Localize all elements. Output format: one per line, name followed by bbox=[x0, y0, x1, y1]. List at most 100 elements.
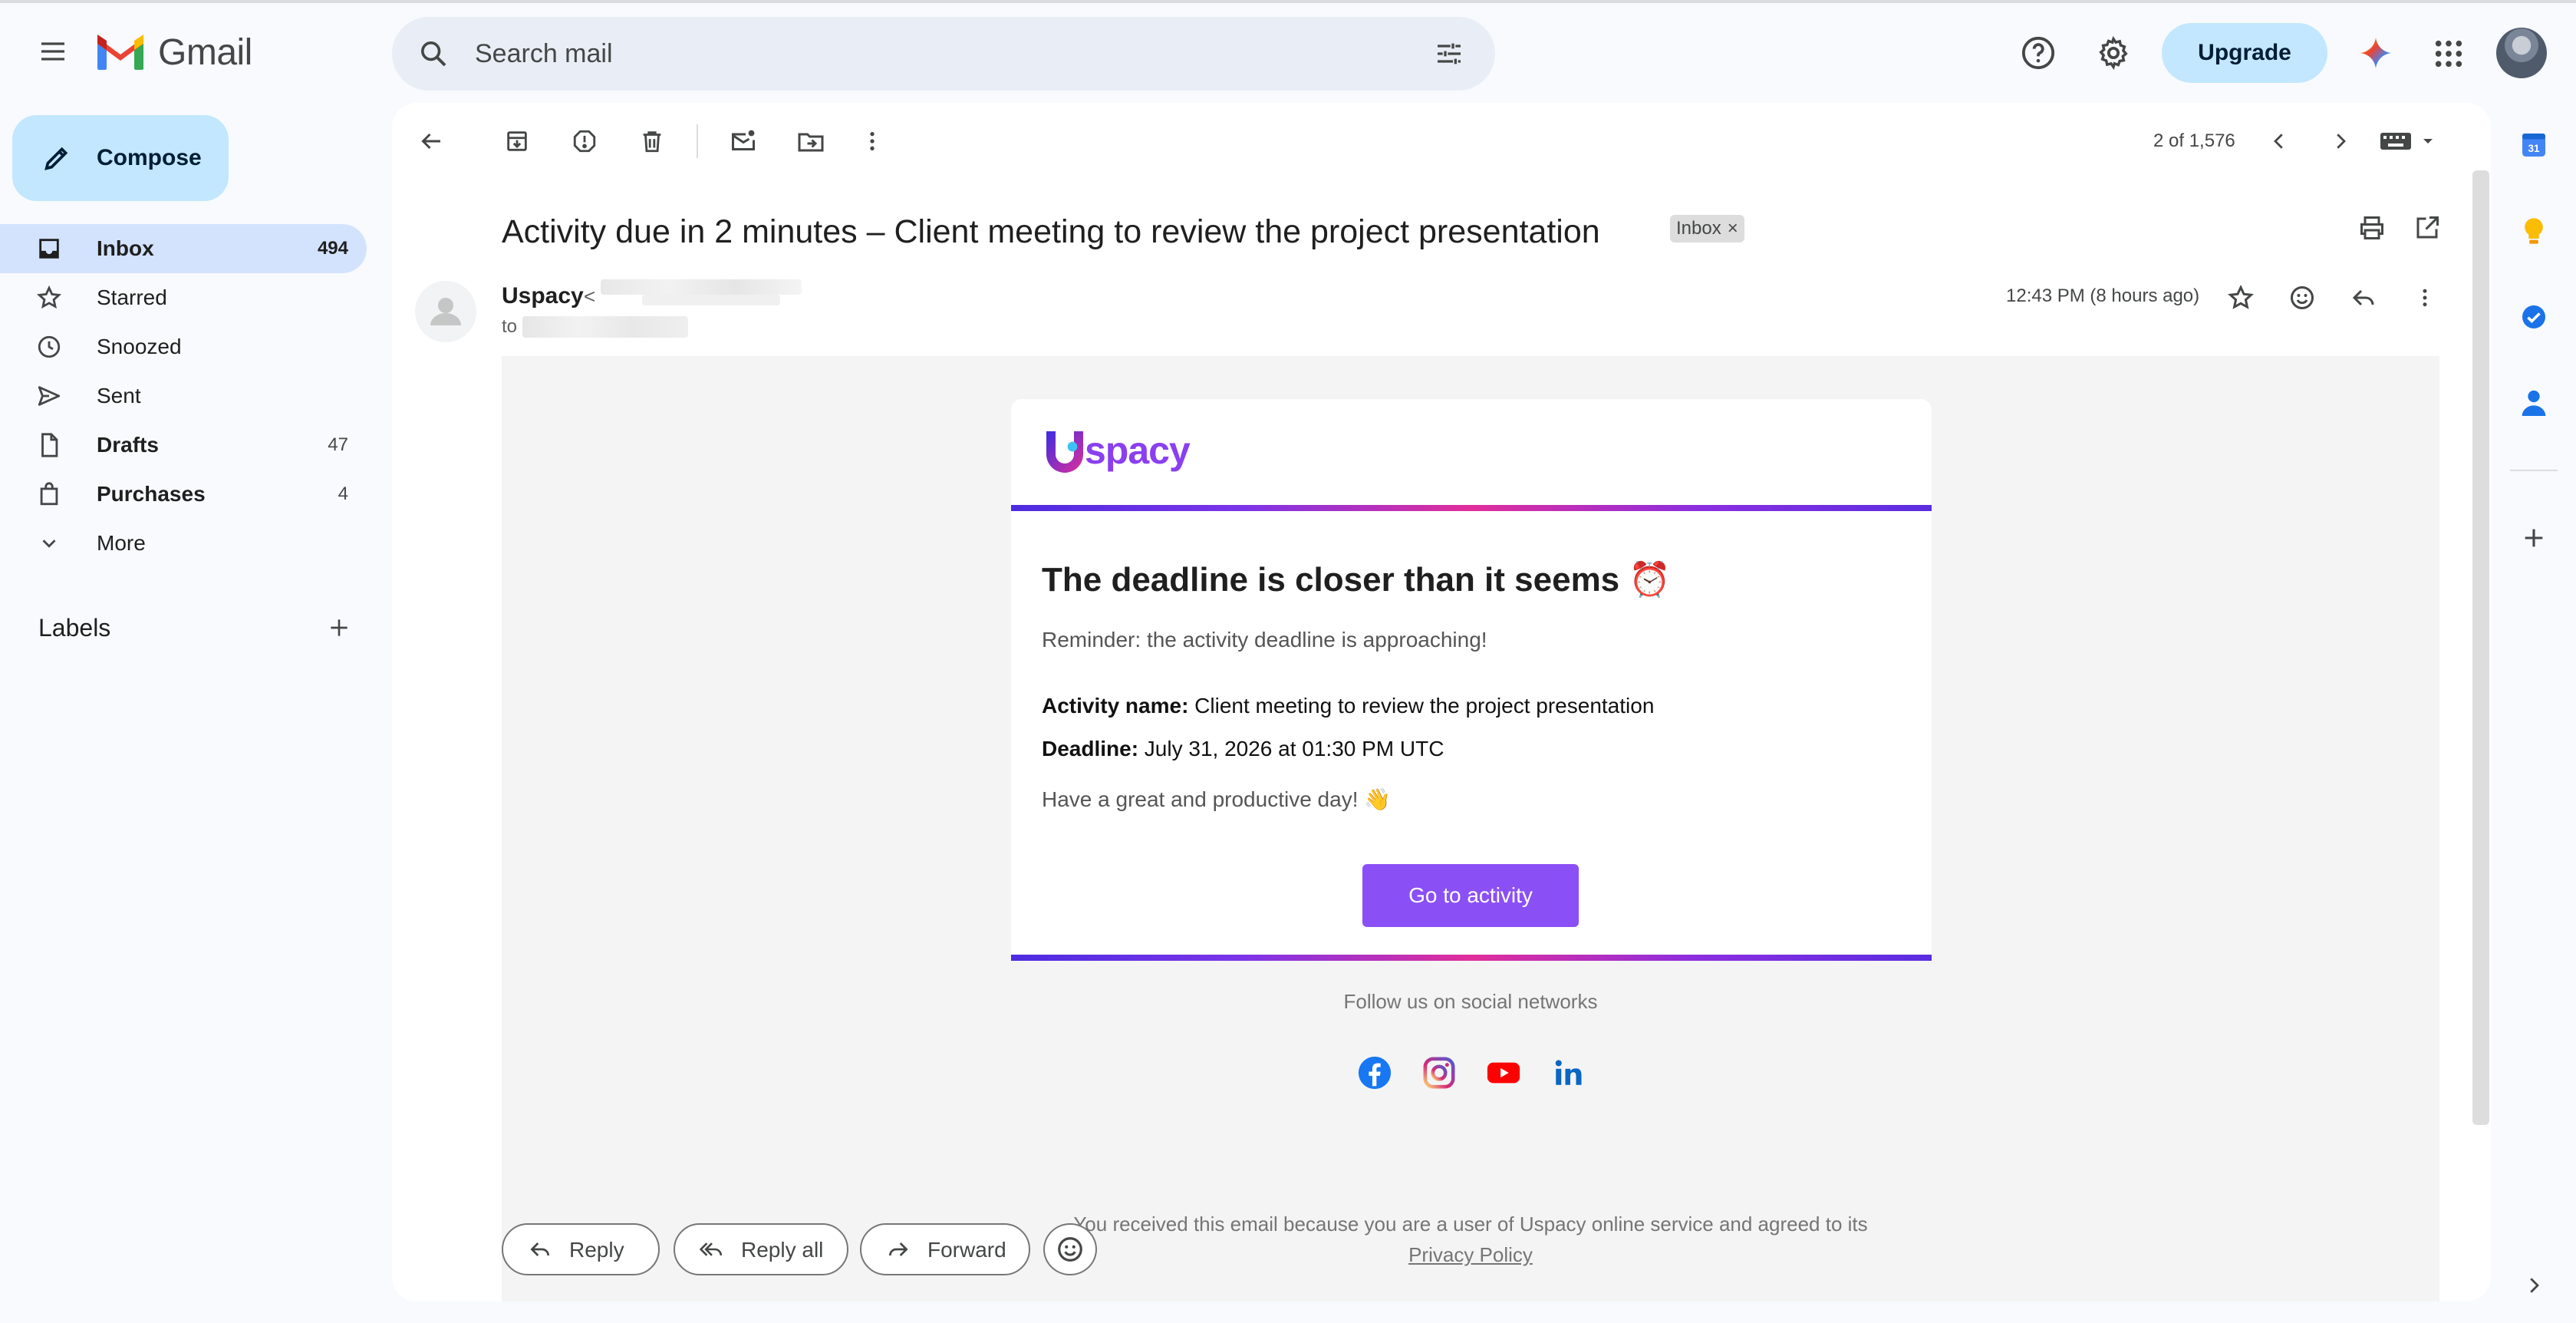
send-emoji-reaction-button[interactable] bbox=[1043, 1223, 1097, 1275]
window-top-border bbox=[0, 0, 2576, 3]
mark-unread-icon[interactable] bbox=[723, 121, 763, 161]
activity-label: Activity name: bbox=[1042, 694, 1189, 718]
open-in-new-window-icon[interactable] bbox=[2410, 210, 2445, 246]
recipient-prefix: to bbox=[502, 316, 518, 337]
linkedin-icon[interactable] bbox=[1548, 1053, 1588, 1093]
sidebar-item-snoozed[interactable]: Snoozed bbox=[0, 322, 367, 371]
reply-arrow-icon[interactable] bbox=[2345, 279, 2382, 316]
unread-count: 494 bbox=[317, 238, 348, 259]
star-icon bbox=[34, 282, 64, 313]
sidebar-item-label: Inbox bbox=[97, 236, 154, 260]
help-icon[interactable] bbox=[2018, 32, 2059, 74]
chevron-down-icon bbox=[34, 528, 64, 559]
redacted-recipient[interactable] bbox=[522, 316, 688, 338]
main-menu-icon[interactable] bbox=[32, 31, 74, 72]
reply-all-button[interactable]: Reply all bbox=[674, 1223, 848, 1275]
add-reaction-emoji-icon[interactable] bbox=[2284, 279, 2321, 316]
inbox-label-chip[interactable]: Inbox × bbox=[1670, 215, 1744, 242]
message-pager: 2 of 1,576 bbox=[2153, 130, 2235, 151]
tasks-check-icon[interactable] bbox=[2515, 298, 2553, 336]
search-bar[interactable]: Search mail bbox=[392, 17, 1495, 91]
gemini-icon[interactable] bbox=[2357, 34, 2395, 72]
add-label-plus-icon[interactable] bbox=[322, 611, 356, 645]
uspacy-logo-icon[interactable] bbox=[1040, 427, 1089, 476]
redacted-sender-email-shadow bbox=[642, 295, 780, 305]
app-name[interactable]: Gmail bbox=[158, 31, 252, 75]
search-options-icon[interactable] bbox=[1431, 35, 1468, 72]
sidebar-item-label: More bbox=[97, 531, 146, 555]
keep-bulb-icon[interactable] bbox=[2515, 212, 2553, 250]
sidebar-item-starred[interactable]: Starred bbox=[0, 273, 367, 322]
reply-button[interactable]: Reply bbox=[502, 1223, 660, 1275]
pencil-icon bbox=[38, 140, 75, 177]
purchases-count: 4 bbox=[338, 483, 348, 504]
follow-us-text: Follow us on social networks bbox=[1343, 990, 1598, 1013]
back-arrow-icon[interactable] bbox=[411, 121, 451, 161]
side-panel-divider bbox=[2510, 470, 2558, 471]
sidebar-item-sent[interactable]: Sent bbox=[0, 371, 367, 421]
forward-label: Forward bbox=[927, 1238, 1006, 1262]
print-icon[interactable] bbox=[2354, 210, 2390, 246]
compose-label: Compose bbox=[97, 145, 202, 170]
move-to-folder-icon[interactable] bbox=[791, 121, 831, 161]
sidebar-item-purchases[interactable]: Purchases 4 bbox=[0, 470, 367, 519]
vertical-scrollbar[interactable] bbox=[2472, 170, 2489, 1125]
sidebar-item-inbox[interactable]: Inbox 494 bbox=[0, 224, 367, 273]
account-avatar[interactable] bbox=[2496, 28, 2547, 78]
message-more-vertical-icon[interactable] bbox=[2406, 279, 2443, 316]
email-body: spacy The deadline is closer than it see… bbox=[502, 356, 2439, 1302]
search-input[interactable]: Search mail bbox=[475, 38, 613, 69]
sidebar-item-drafts[interactable]: Drafts 47 bbox=[0, 421, 367, 470]
sender-avatar bbox=[415, 281, 476, 342]
reply-all-icon bbox=[697, 1234, 727, 1265]
facebook-icon[interactable] bbox=[1355, 1053, 1395, 1093]
calendar-icon[interactable]: 31 bbox=[2515, 126, 2553, 164]
delete-trash-icon[interactable] bbox=[632, 121, 672, 161]
uspacy-wordmark: spacy bbox=[1085, 429, 1191, 472]
clock-icon bbox=[34, 332, 64, 362]
email-subject: Activity due in 2 minutes – Client meeti… bbox=[502, 213, 1600, 250]
sidebar-item-label: Starred bbox=[97, 285, 167, 309]
calendar-day: 31 bbox=[2528, 143, 2540, 154]
forward-icon bbox=[883, 1234, 914, 1265]
get-addons-plus-icon[interactable] bbox=[2515, 519, 2553, 557]
search-icon[interactable] bbox=[415, 35, 452, 72]
instagram-icon[interactable] bbox=[1419, 1053, 1459, 1093]
closing-text: Have a great and productive day! 👋 bbox=[1042, 787, 1392, 811]
label-chip-text: Inbox bbox=[1676, 218, 1721, 239]
upgrade-button[interactable]: Upgrade bbox=[2162, 23, 2327, 83]
star-icon[interactable] bbox=[2222, 279, 2259, 316]
more-vertical-icon[interactable] bbox=[852, 121, 892, 161]
google-apps-icon[interactable] bbox=[2429, 34, 2469, 74]
reply-label: Reply bbox=[569, 1238, 624, 1262]
compose-button[interactable]: Compose bbox=[12, 115, 229, 201]
reply-icon bbox=[525, 1234, 555, 1265]
reminder-text: Reminder: the activity deadline is appro… bbox=[1042, 628, 1487, 652]
sidebar-item-more[interactable]: More bbox=[0, 519, 367, 568]
redacted-sender-email bbox=[601, 279, 802, 295]
older-chevron-right-icon[interactable] bbox=[2321, 121, 2360, 161]
inbox-icon bbox=[34, 233, 64, 264]
input-tools-keyboard-icon[interactable] bbox=[2379, 126, 2440, 157]
contacts-person-icon[interactable] bbox=[2515, 384, 2553, 422]
reply-all-label: Reply all bbox=[741, 1238, 824, 1262]
settings-gear-icon[interactable] bbox=[2093, 32, 2134, 74]
email-card: spacy The deadline is closer than it see… bbox=[1011, 399, 1932, 961]
deadline-line: Deadline: July 31, 2026 at 01:30 PM UTC bbox=[1042, 735, 1444, 763]
activity-name-line: Activity name: Client meeting to review … bbox=[1042, 692, 1654, 720]
draft-icon bbox=[34, 430, 64, 460]
labels-heading: Labels bbox=[38, 614, 111, 642]
sender-name[interactable]: Uspacy bbox=[502, 282, 584, 310]
report-spam-icon[interactable] bbox=[565, 121, 604, 161]
hide-side-panel-chevron-icon[interactable] bbox=[2515, 1266, 2553, 1305]
youtube-icon[interactable] bbox=[1484, 1053, 1524, 1093]
newer-chevron-left-icon[interactable] bbox=[2259, 121, 2299, 161]
sidebar-item-label: Purchases bbox=[97, 482, 206, 506]
archive-icon[interactable] bbox=[497, 121, 537, 161]
gmail-logo-icon[interactable] bbox=[95, 34, 146, 72]
activity-value: Client meeting to review the project pre… bbox=[1188, 694, 1655, 718]
deadline-label: Deadline: bbox=[1042, 737, 1139, 760]
remove-label-close-icon[interactable]: × bbox=[1728, 218, 1738, 239]
forward-button[interactable]: Forward bbox=[860, 1223, 1030, 1275]
go-to-activity-button[interactable]: Go to activity bbox=[1362, 864, 1579, 927]
